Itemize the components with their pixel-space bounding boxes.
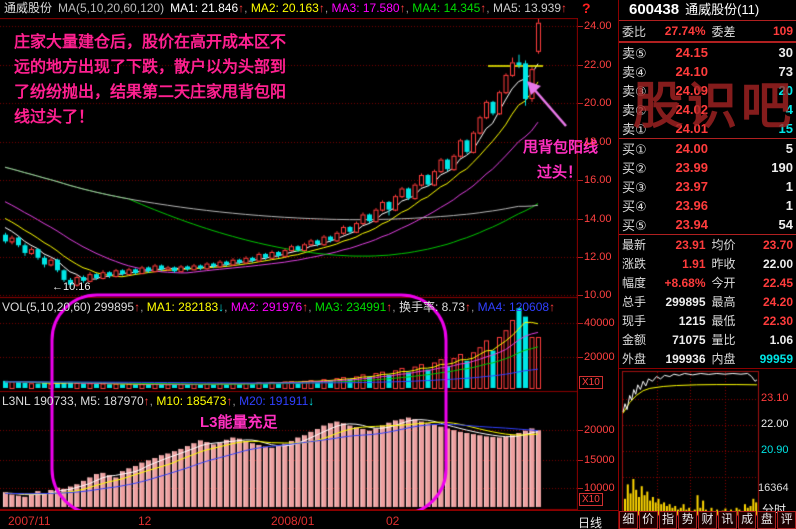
ma-item: MA1: 21.846 xyxy=(170,1,238,15)
intraday-axis-label: 20.90 xyxy=(761,445,789,456)
bid-row-5[interactable]: 买⑤23.9454 xyxy=(619,215,796,234)
tab-评[interactable]: 评 xyxy=(777,511,796,529)
chart-annotation-text: 庄家大量建仓后，股价在高开成本区不 远的地方出现了下跌，散户以为头部到 了纷纷抛… xyxy=(14,30,344,130)
indicator-value: MA4: 120608 xyxy=(478,300,549,314)
indicator-header-bar: 通威股份MA(5,10,20,60,120)MA1: 21.846↑, MA2:… xyxy=(0,0,618,18)
stat-row: 幅度+8.68%今开22.45 xyxy=(619,273,796,292)
stat-row: 总手299895最高24.20 xyxy=(619,292,796,311)
ma-params-label: MA(5,10,20,60,120) xyxy=(58,1,170,15)
axis-tick-label: 15000 xyxy=(584,455,615,466)
l3-axis-multiplier: X10 xyxy=(579,493,603,506)
axis-tick-label: 40000 xyxy=(584,318,615,329)
quote-sidebar: 600438通威股份(11) 委比 27.74% 委差 109 卖⑤24.153… xyxy=(618,0,796,529)
ma-item: MA5: 13.939 xyxy=(493,1,561,15)
ma-item: MA3: 17.580 xyxy=(332,1,400,15)
stat-row: 金额71075量比1.06 xyxy=(619,330,796,349)
tab-势[interactable]: 势 xyxy=(678,511,697,529)
trend-arrow-icon: ↓ xyxy=(308,394,314,408)
tab-指[interactable]: 指 xyxy=(659,511,678,529)
bottom-tab-bar: 细价指势财讯成盘评 xyxy=(619,511,796,529)
l3nl-panel-header: L3NL 190733, M5: 187970↑, M10: 185473↑, … xyxy=(2,395,314,408)
axis-tick-label: 22.00 xyxy=(584,60,612,71)
arrow-annotation-line2: 过头！ xyxy=(537,161,582,182)
bid-row-4[interactable]: 买④23.961 xyxy=(619,196,796,215)
stock-trading-app: 通威股份MA(5,10,20,60,120)MA1: 21.846↑, MA2:… xyxy=(0,0,796,529)
trend-arrow-icon: ↑ xyxy=(549,300,555,314)
intraday-axis-label: 23.10 xyxy=(761,393,789,404)
axis-tick-label: 12.00 xyxy=(584,252,612,263)
bid-row-2[interactable]: 买②23.99190 xyxy=(619,158,796,177)
stat-row: 最新23.91均价23.70 xyxy=(619,235,796,254)
axis-tick-label: 10.00 xyxy=(584,290,612,301)
ma-item: MA4: 14.345 xyxy=(412,1,480,15)
axis-tick-label: 24.00 xyxy=(584,21,612,32)
ma-values: MA1: 21.846↑, MA2: 20.163↑, MA3: 17.580↑… xyxy=(170,1,567,15)
ma-item: MA2: 20.163 xyxy=(251,1,319,15)
stat-row: 涨跌1.91昨收22.00 xyxy=(619,254,796,273)
axis-tick-label: 16.00 xyxy=(584,175,612,186)
vol-axis-multiplier: X10 xyxy=(579,376,603,389)
bid-row-1[interactable]: 买①24.005 xyxy=(619,139,796,158)
period-label[interactable]: 日线 xyxy=(578,514,602,529)
axis-tick-label: 20.00 xyxy=(584,98,612,109)
indicator-value: L3NL 190733, M5: 187970 xyxy=(2,394,144,408)
trend-arrow-icon: ↑ xyxy=(561,1,567,15)
date-label: 02 xyxy=(386,514,399,528)
stat-row: 现手1215最低22.30 xyxy=(619,311,796,330)
weibi-row: 委比 27.74% 委差 109 xyxy=(619,21,796,43)
tab-成[interactable]: 成 xyxy=(738,511,757,529)
intraday-volume-label: 16364 xyxy=(758,482,789,494)
tab-讯[interactable]: 讯 xyxy=(718,511,737,529)
indicator-value: M10: 185473 xyxy=(156,394,226,408)
indicator-value: M20: 191911 xyxy=(239,394,308,408)
bid-row-3[interactable]: 买③23.971 xyxy=(619,177,796,196)
tab-盘[interactable]: 盘 xyxy=(757,511,776,529)
ask-row-5[interactable]: 卖⑤24.1530 xyxy=(619,43,796,62)
date-label: 12 xyxy=(138,514,151,528)
stock-header: 600438通威股份(11) xyxy=(619,0,796,21)
quote-stats: 最新23.91均价23.70涨跌1.91昨收22.00幅度+8.68%今开22.… xyxy=(619,235,796,368)
date-axis[interactable]: 日线 2007/11 12 2008/01 02 xyxy=(0,510,618,529)
stock-name: 通威股份 xyxy=(0,1,58,15)
indicator-value: MA2: 291976 xyxy=(231,300,302,314)
indicator-value: MA3: 234991 xyxy=(315,300,386,314)
axis-tick-label: 18.00 xyxy=(584,137,612,148)
axis-tick-label: 20000 xyxy=(584,425,615,436)
indicator-value: VOL(5,10,20,60) 299895 xyxy=(2,300,134,314)
weicha-value: 109 xyxy=(746,24,794,38)
stat-row: 外盘199936内盘99959 xyxy=(619,349,796,368)
indicator-value: 换手率: 8.73 xyxy=(399,300,465,314)
volume-panel-header: VOL(5,10,20,60) 299895↑, MA1: 282183↓, M… xyxy=(2,301,555,314)
stock-name-sidebar: 通威股份(11) xyxy=(679,2,759,17)
period-low-label: ←10.16 xyxy=(52,281,91,293)
tab-价[interactable]: 价 xyxy=(639,511,658,529)
bid-levels: 买①24.005买②23.99190买③23.971买④23.961买⑤23.9… xyxy=(619,139,796,234)
weicha-label: 委差 xyxy=(710,23,746,40)
help-icon[interactable]: ? xyxy=(582,0,591,16)
l3-annotation: L3能量充足 xyxy=(200,411,278,432)
indicator-value: MA1: 282183 xyxy=(147,300,218,314)
date-label: 2008/01 xyxy=(271,514,314,528)
intraday-mini-chart[interactable]: 23.1022.0020.90 16364 分时 xyxy=(619,368,796,517)
tab-财[interactable]: 财 xyxy=(698,511,717,529)
axis-tick-label: 14.00 xyxy=(584,214,612,225)
stock-code: 600438 xyxy=(629,1,679,18)
weibi-label: 委比 xyxy=(622,23,658,40)
tab-细[interactable]: 细 xyxy=(619,511,638,529)
axis-tick-label: 20000 xyxy=(584,352,615,363)
intraday-axis-label: 22.00 xyxy=(761,419,789,430)
weibi-value: 27.74% xyxy=(658,24,710,38)
watermark: 股识吧 xyxy=(633,66,795,138)
date-label: 2007/11 xyxy=(8,514,51,528)
